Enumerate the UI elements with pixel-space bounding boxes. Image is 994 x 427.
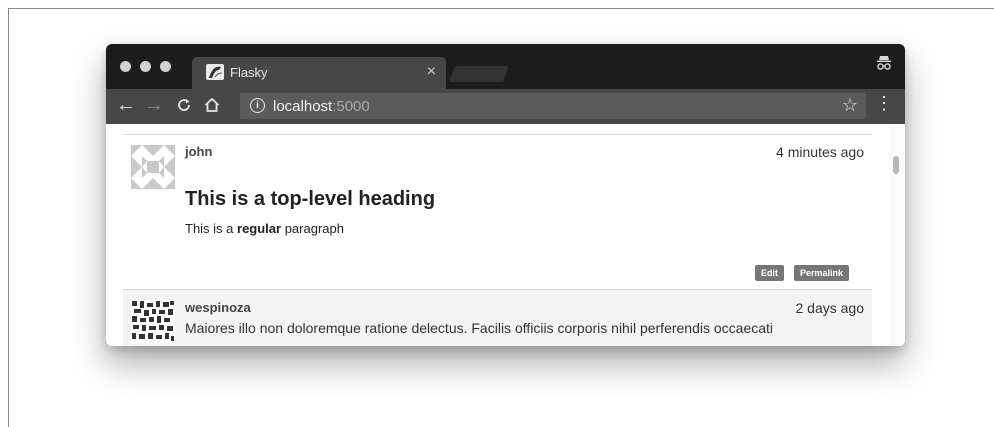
- post-date: 4 minutes ago: [776, 144, 864, 160]
- maximize-window-button[interactable]: [160, 61, 171, 72]
- minimize-window-button[interactable]: [140, 61, 151, 72]
- arrow-left-icon[interactable]: ←: [116, 93, 136, 117]
- home-icon[interactable]: [204, 93, 220, 119]
- post-author[interactable]: john: [185, 144, 212, 159]
- avatar[interactable]: [131, 145, 175, 189]
- post-item: john 4 minutes ago This is a top-level h…: [123, 135, 872, 289]
- post-item: wespinoza 2 days ago Maiores illo non do…: [123, 289, 872, 346]
- post-paragraph: This is a regular paragraph: [185, 221, 344, 236]
- info-icon[interactable]: i: [250, 98, 265, 113]
- browser-window: Flasky × ← → i localhost:5000 ☆ ⋮ john 4…: [106, 44, 905, 346]
- close-window-button[interactable]: [120, 61, 131, 72]
- scrollbar-thumb[interactable]: [893, 156, 899, 174]
- reload-icon[interactable]: [176, 93, 192, 119]
- scrollbar[interactable]: [889, 124, 905, 346]
- post-date: 2 days ago: [795, 300, 865, 316]
- kebab-menu-icon[interactable]: ⋮: [875, 93, 893, 113]
- post-body: Maiores illo non doloremque ratione dele…: [185, 320, 774, 336]
- post-heading: This is a top-level heading: [185, 188, 436, 210]
- post-author[interactable]: wespinoza: [185, 300, 251, 315]
- avatar[interactable]: [131, 300, 175, 344]
- address-bar[interactable]: i localhost:5000 ☆: [240, 93, 866, 119]
- permalink-button[interactable]: Permalink: [794, 265, 850, 281]
- browser-toolbar: ← → i localhost:5000 ☆ ⋮: [106, 89, 905, 124]
- browser-tab-flasky[interactable]: Flasky ×: [192, 57, 446, 89]
- incognito-icon: [875, 54, 893, 72]
- tab-title: Flasky: [230, 65, 268, 80]
- url-text[interactable]: localhost:5000: [273, 98, 370, 115]
- edit-button[interactable]: Edit: [755, 265, 784, 281]
- arrow-right-icon[interactable]: →: [144, 93, 164, 117]
- page-content: john 4 minutes ago This is a top-level h…: [106, 124, 905, 346]
- new-tab-button[interactable]: [449, 66, 509, 82]
- flask-favicon-icon: [206, 64, 224, 80]
- tab-close-icon[interactable]: ×: [427, 63, 436, 81]
- star-icon[interactable]: ☆: [842, 95, 858, 116]
- title-bar: Flasky ×: [106, 44, 905, 89]
